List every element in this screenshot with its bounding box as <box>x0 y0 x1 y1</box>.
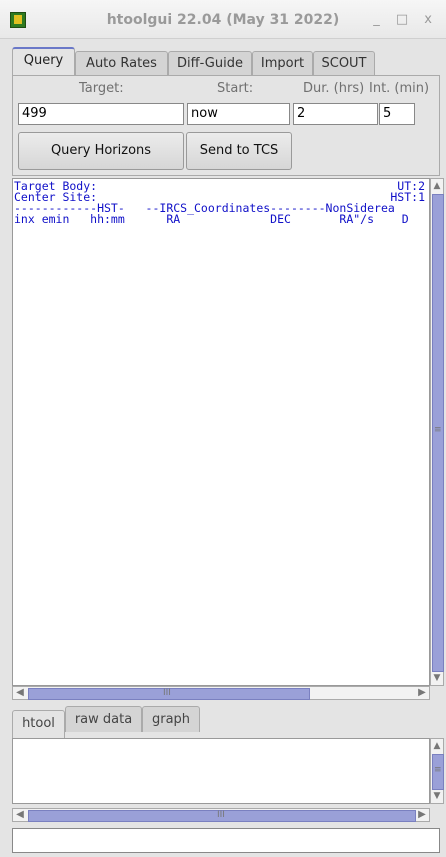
scroll-right-icon[interactable]: ▶ <box>415 809 429 821</box>
title-bar[interactable]: htoolgui 22.04 (May 31 2022) _ □ x <box>0 0 446 39</box>
scroll-grip-icon: III <box>217 810 225 820</box>
maximize-button[interactable]: □ <box>396 12 414 27</box>
vertical-scroll-thumb[interactable]: ≡ <box>432 194 444 672</box>
duration-input[interactable]: 2 <box>293 103 378 125</box>
scroll-left-icon[interactable]: ◀ <box>13 809 27 821</box>
send-to-tcs-button[interactable]: Send to TCS <box>186 132 292 170</box>
query-horizons-button[interactable]: Query Horizons <box>18 132 184 170</box>
window-controls: _ □ x <box>373 12 438 27</box>
tab-import[interactable]: Import <box>252 51 313 75</box>
scroll-down-icon[interactable]: ▼ <box>431 671 443 685</box>
tab-htool[interactable]: htool <box>12 710 65 740</box>
scroll-grip-icon: ≡ <box>434 765 442 775</box>
query-panel: Target: Start: Dur. (hrs) Int. (min) 499… <box>12 75 440 176</box>
duration-label: Dur. (hrs) <box>303 81 365 96</box>
target-label: Target: <box>79 81 124 96</box>
scroll-grip-icon: ≡ <box>434 425 442 435</box>
output-horizontal-scrollbar[interactable]: ◀ III ▶ <box>12 686 430 700</box>
tab-diff-guide[interactable]: Diff-Guide <box>168 51 252 75</box>
tab-auto-rates[interactable]: Auto Rates <box>75 51 168 75</box>
scroll-up-icon[interactable]: ▲ <box>431 739 443 753</box>
command-input[interactable] <box>12 828 440 853</box>
output-vertical-scrollbar[interactable]: ▲ ≡ ▼ <box>430 178 444 686</box>
hst-readout: HST:1 <box>390 190 425 204</box>
scroll-down-icon[interactable]: ▼ <box>431 789 443 803</box>
horizontal-scroll-thumb[interactable]: III <box>28 810 416 822</box>
vertical-scroll-thumb[interactable]: ≡ <box>432 754 444 790</box>
tab-query[interactable]: Query <box>12 47 75 77</box>
scroll-up-icon[interactable]: ▲ <box>431 179 443 193</box>
scroll-left-icon[interactable]: ◀ <box>13 687 27 699</box>
minimize-button[interactable]: _ <box>373 12 386 27</box>
horizontal-scroll-thumb[interactable]: III <box>28 688 310 700</box>
tab-raw-data[interactable]: raw data <box>65 706 142 732</box>
log-text-area[interactable] <box>12 738 430 804</box>
tab-scout[interactable]: SCOUT <box>313 51 375 75</box>
tab-graph[interactable]: graph <box>142 706 200 732</box>
target-input[interactable]: 499 <box>18 103 184 125</box>
app-window: htoolgui 22.04 (May 31 2022) _ □ x Query… <box>0 0 446 857</box>
log-horizontal-scrollbar[interactable]: ◀ III ▶ <box>12 808 430 822</box>
output-line: inx emin hh:mm RA DEC RA"/s D <box>14 212 409 226</box>
interval-label: Int. (min) <box>369 81 430 96</box>
close-button[interactable]: x <box>424 12 438 27</box>
interval-input[interactable]: 5 <box>379 103 415 125</box>
output-text-area[interactable]: Target Body: Center Site: ------------HS… <box>12 178 430 686</box>
start-input[interactable]: now <box>187 103 290 125</box>
scroll-right-icon[interactable]: ▶ <box>415 687 429 699</box>
start-label: Start: <box>217 81 254 96</box>
scroll-grip-icon: III <box>163 688 171 698</box>
log-vertical-scrollbar[interactable]: ▲ ≡ ▼ <box>430 738 444 804</box>
